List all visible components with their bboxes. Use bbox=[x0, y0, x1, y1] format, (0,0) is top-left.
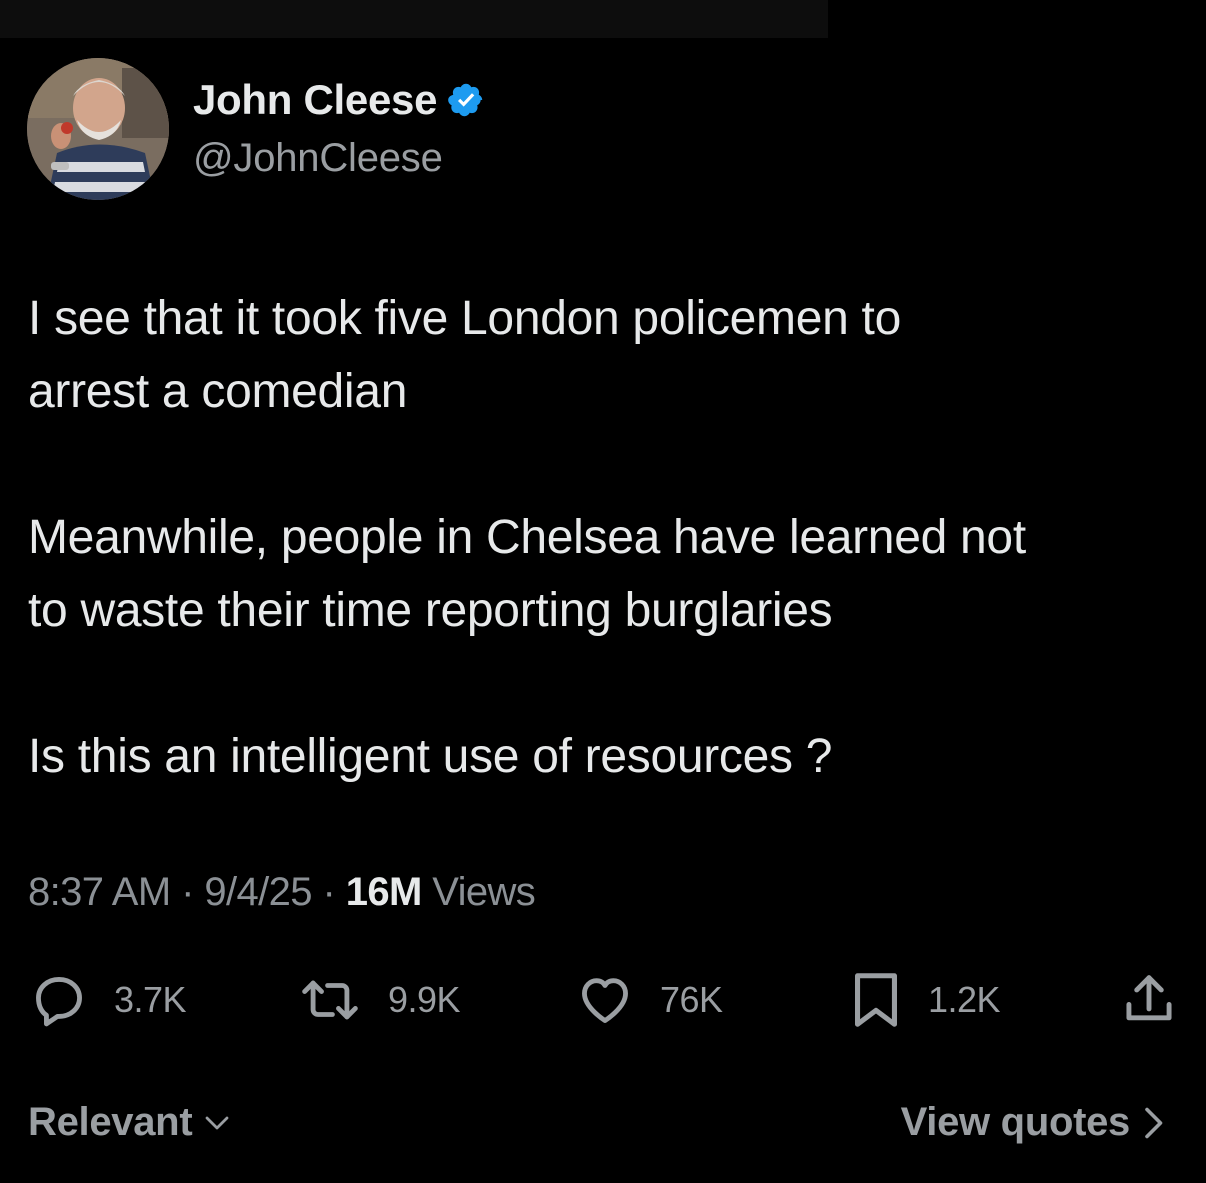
heart-icon bbox=[582, 978, 628, 1023]
reply-icon bbox=[36, 977, 82, 1027]
reply-count: 3.7K bbox=[114, 979, 187, 1020]
sort-replies-dropdown[interactable]: Relevant bbox=[28, 1100, 234, 1145]
repost-count: 9.9K bbox=[388, 979, 461, 1020]
repost-icon bbox=[302, 980, 358, 1020]
bookmark-count: 1.2K bbox=[928, 979, 1001, 1020]
view-quotes-label: View quotes bbox=[900, 1100, 1131, 1144]
reply-button[interactable]: 3.7K bbox=[30, 970, 187, 1030]
tweet-paragraph: I see that it took five London policemen… bbox=[28, 292, 901, 418]
avatar[interactable] bbox=[27, 58, 169, 200]
tweet-date[interactable]: 9/4/25 bbox=[204, 870, 312, 914]
verified-badge-icon bbox=[448, 83, 483, 117]
author-handle[interactable]: @JohnCleese bbox=[193, 136, 443, 181]
bookmark-button[interactable]: 1.2K bbox=[850, 970, 1001, 1030]
author-name-row[interactable]: John Cleese bbox=[193, 74, 485, 126]
chevron-down-icon bbox=[205, 1116, 229, 1129]
views-label: Views bbox=[421, 870, 536, 914]
sort-label: Relevant bbox=[28, 1100, 193, 1144]
tweet-time[interactable]: 8:37 AM bbox=[28, 870, 171, 914]
tweet-paragraph: Is this an intelligent use of resources … bbox=[28, 730, 833, 783]
share-button[interactable] bbox=[1122, 970, 1176, 1030]
share-icon bbox=[1126, 975, 1172, 1021]
meta-separator: · bbox=[170, 870, 205, 914]
views-count[interactable]: 16M bbox=[346, 870, 423, 914]
repost-button[interactable]: 9.9K bbox=[298, 970, 461, 1030]
like-count: 76K bbox=[660, 979, 723, 1020]
tweet-meta: 8:37 AM · 9/4/25 · 16M Views bbox=[28, 870, 536, 915]
chevron-right-icon bbox=[1145, 1107, 1163, 1138]
top-bar-remnant bbox=[0, 0, 828, 38]
tweet-text: I see that it took five London policemen… bbox=[28, 282, 1178, 793]
like-button[interactable]: 76K bbox=[576, 970, 723, 1030]
display-name[interactable]: John Cleese bbox=[193, 76, 437, 124]
view-quotes-link[interactable]: View quotes bbox=[901, 1100, 1168, 1145]
meta-separator: · bbox=[311, 870, 346, 914]
action-bar: 3.7K 9.9K 76K 1.2K bbox=[0, 970, 1206, 1030]
tweet-paragraph: Meanwhile, people in Chelsea have learne… bbox=[28, 511, 1026, 637]
bookmark-icon bbox=[855, 973, 897, 1027]
